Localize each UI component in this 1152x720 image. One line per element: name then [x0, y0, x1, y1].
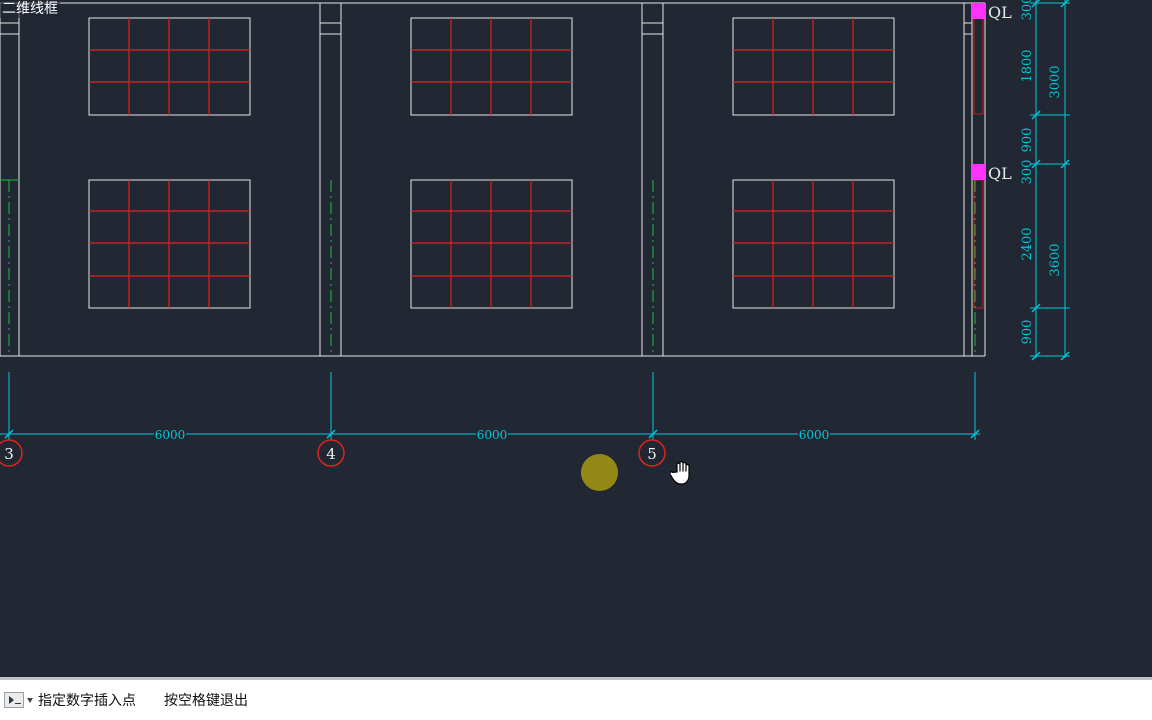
- dimension-text-bottom: 6000: [799, 428, 830, 442]
- grid-axis-label: 3: [4, 445, 14, 463]
- grid-axis-label: 5: [647, 445, 657, 463]
- wall-strip: [973, 17, 984, 115]
- drawing-viewport[interactable]: 6000 6000 6000 3 4 5 QL QL 300 1800 900 300 2400 900 3…: [0, 0, 1152, 677]
- tag-label: QL: [988, 3, 1012, 22]
- wall-strip: [973, 179, 984, 309]
- dimension-text-vertical: 3600: [1048, 243, 1063, 276]
- grid-axis-label: 4: [326, 445, 336, 463]
- command-line-bar[interactable]: 指定数字插入点 按空格键退出: [0, 677, 1152, 720]
- command-hint-text: 按空格键退出: [164, 693, 248, 709]
- view-style-label[interactable]: 二维线框: [0, 0, 60, 18]
- dimension-text-vertical: 1800: [1020, 49, 1035, 82]
- tag-marker: [972, 164, 985, 180]
- command-prompt-icon[interactable]: [4, 692, 24, 708]
- dimension-text-bottom: 6000: [477, 428, 508, 442]
- tag-marker: [972, 3, 985, 19]
- dimension-text-vertical: 900: [1020, 320, 1035, 345]
- dimension-text-bottom: 6000: [155, 428, 186, 442]
- dimension-text-vertical: 2400: [1020, 227, 1035, 260]
- dimension-text-vertical: 900: [1020, 128, 1035, 153]
- tag-label: QL: [988, 164, 1012, 183]
- dimension-text-vertical: 300: [1020, 160, 1035, 185]
- click-indicator-dot: [581, 454, 618, 491]
- command-prompt-text: 指定数字插入点: [38, 693, 136, 709]
- pan-hand-cursor-icon: [669, 460, 694, 490]
- dimension-text-vertical: 300: [1020, 0, 1035, 20]
- cad-drawing-canvas[interactable]: 6000 6000 6000 3 4 5 QL QL 300 1800 900 300 2400 900 3…: [0, 0, 1152, 677]
- dimension-text-vertical: 3000: [1048, 65, 1063, 98]
- chevron-down-icon[interactable]: [27, 697, 33, 703]
